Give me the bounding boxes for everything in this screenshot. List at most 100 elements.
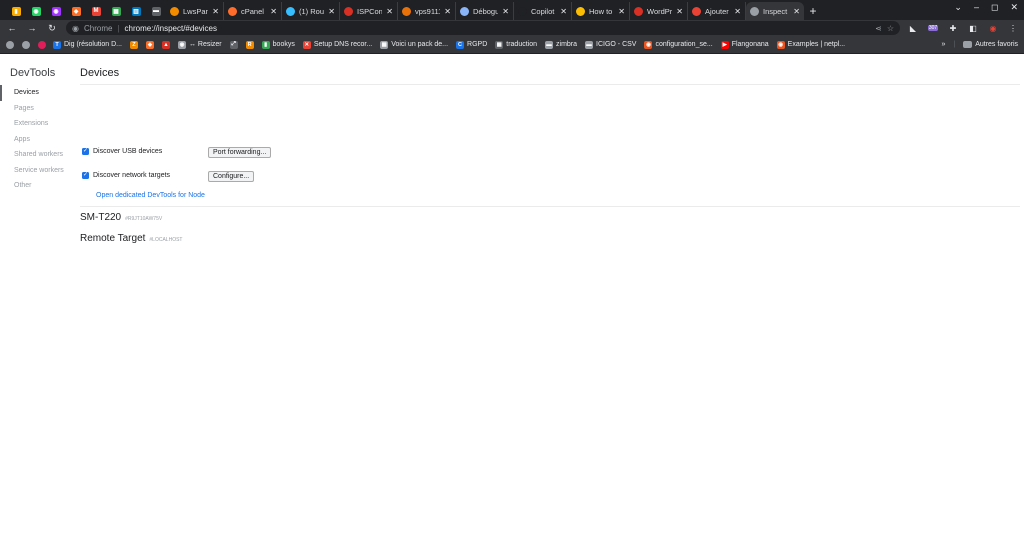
- close-window-icon[interactable]: ✕: [1010, 2, 1018, 13]
- tab-close-icon[interactable]: ✕: [386, 7, 393, 16]
- bookmark-icon-only[interactable]: [38, 40, 46, 49]
- usb-checkbox[interactable]: ✓: [82, 148, 89, 155]
- browser-tab[interactable]: LwsPanel ✕: [166, 2, 224, 20]
- bookmark-item[interactable]: ✕ Setup DNS recor...: [302, 40, 372, 49]
- tab-close-icon[interactable]: ✕: [618, 7, 625, 16]
- reload-icon[interactable]: ↻: [46, 23, 58, 34]
- browser-tab[interactable]: Copilot ✕: [514, 2, 572, 20]
- browser-tab[interactable]: (1) Roundc✕: [282, 2, 340, 20]
- browser-tab[interactable]: Inspect wit ✕: [746, 2, 804, 20]
- back-icon[interactable]: ←: [6, 23, 18, 33]
- device-serial: #R9JT10AW75V: [125, 216, 163, 222]
- devices-divider: [80, 206, 1020, 207]
- devtools-nav-shared-workers[interactable]: Shared workers: [0, 147, 72, 163]
- minimize-icon[interactable]: –: [974, 2, 979, 13]
- bookmarks-more-button[interactable]: »: [941, 41, 945, 48]
- tab-close-icon[interactable]: ✕: [793, 7, 800, 16]
- pinned-tabs: ▮ ◉ ◉ ◆ M ▦ ▥ ▬: [6, 2, 166, 20]
- bookmark-star-icon[interactable]: ☆: [887, 24, 894, 33]
- bookmark-item[interactable]: ▦ Voici un pack de...: [380, 40, 448, 49]
- bookmark-orange-icon: Z: [129, 40, 138, 49]
- browser-tab[interactable]: Ajouter un ✕: [688, 2, 746, 20]
- extension-badge-icon[interactable]: 307: [927, 23, 939, 33]
- pinned-tab[interactable]: ◆: [66, 2, 86, 20]
- menu-kebab-icon[interactable]: ⋮: [1008, 23, 1018, 33]
- tab-search-icon[interactable]: ⌄: [954, 2, 962, 13]
- bookmark-item[interactable]: ◉ ↔ Resizer: [177, 40, 222, 49]
- browser-tab[interactable]: Déboguer ✕: [456, 2, 514, 20]
- discover-usb-row[interactable]: ✓ Discover USB devices: [82, 148, 162, 155]
- extension-dark-icon[interactable]: ◣: [908, 23, 918, 33]
- bookmark-item[interactable]: ▶ Flangonana: [720, 40, 769, 49]
- pinned-tab[interactable]: ▦: [106, 2, 126, 20]
- extensions-puzzle-icon[interactable]: ✚: [948, 23, 958, 33]
- browser-tab[interactable]: WordPres✕: [630, 2, 688, 20]
- bookmark-item[interactable]: ⤢: [229, 40, 238, 49]
- bookmark-item[interactable]: ▬ ICIGO - CSV: [585, 40, 636, 49]
- browser-tab[interactable]: vps91114 ✕: [398, 2, 456, 20]
- tab-close-icon[interactable]: ✕: [270, 7, 277, 16]
- discover-network-row[interactable]: ✓ Discover network targets: [82, 172, 170, 179]
- node-devtools-link[interactable]: Open dedicated DevTools for Node: [96, 192, 205, 199]
- translate-icon: ▦: [495, 40, 504, 49]
- pinned-tab[interactable]: ◉: [46, 2, 66, 20]
- bookys-icon: ▮: [261, 40, 270, 49]
- devtools-nav-pages[interactable]: Pages: [0, 101, 72, 117]
- devtools-nav-extensions[interactable]: Extensions: [0, 116, 72, 132]
- bookmark-icon-only[interactable]: [22, 40, 30, 49]
- bookmark-item[interactable]: ◉ configuration_se...: [644, 40, 713, 49]
- tab-close-icon[interactable]: ✕: [676, 7, 683, 16]
- side-panel-icon[interactable]: ◧: [968, 23, 978, 33]
- device-name: SM-T220: [80, 212, 122, 223]
- network-checkbox[interactable]: ✓: [82, 172, 89, 179]
- bookmark-label: traduction: [506, 41, 538, 48]
- tab-close-icon[interactable]: ✕: [502, 7, 509, 16]
- tab-close-icon[interactable]: ✕: [444, 7, 451, 16]
- gmail-icon: M: [91, 6, 101, 16]
- bookmark-label: bookys: [272, 41, 295, 48]
- bookmark-item[interactable]: ▲: [161, 40, 170, 49]
- pinned-tab[interactable]: ▬: [146, 2, 166, 20]
- slack-icon: [38, 40, 46, 49]
- bookmark-icon-only[interactable]: [6, 40, 14, 49]
- other-bookmarks[interactable]: Autres favoris: [963, 41, 1018, 48]
- tab-close-icon[interactable]: ✕: [328, 7, 335, 16]
- bookmark-item[interactable]: R: [245, 40, 254, 49]
- port-forwarding-button[interactable]: Port forwarding...: [208, 147, 272, 158]
- ubuntu-icon: ◉: [644, 40, 653, 49]
- new-tab-button[interactable]: +: [804, 2, 822, 20]
- forward-icon[interactable]: →: [26, 23, 38, 33]
- pinned-tab[interactable]: ▮: [6, 2, 26, 20]
- dig-icon: T: [53, 40, 61, 49]
- browser-tab[interactable]: How to De ✕: [572, 2, 630, 20]
- bookmark-item[interactable]: ◉ Examples | netpl...: [776, 40, 845, 49]
- other-bookmarks-label: Autres favoris: [975, 41, 1018, 48]
- bookmark-item[interactable]: ◆: [145, 40, 154, 49]
- bookmark-item[interactable]: ▮ bookys: [261, 40, 295, 49]
- browser-tab[interactable]: cPanel - Co ✕: [224, 2, 282, 20]
- bookmark-item[interactable]: ▦ traduction: [495, 40, 538, 49]
- address-bar[interactable]: ◉ Chrome | chrome://inspect/#devices ⋖ ☆: [66, 21, 900, 35]
- pinned-tab[interactable]: ◉: [26, 2, 46, 20]
- remote-target-serial: #LOCALHOST: [149, 237, 183, 243]
- chrome-icon: [576, 6, 585, 16]
- devtools-nav-devices[interactable]: Devices: [0, 85, 72, 101]
- devtools-nav-service-workers[interactable]: Service workers: [0, 163, 72, 179]
- tab-close-icon[interactable]: ✕: [212, 7, 219, 16]
- bookmark-item[interactable]: C RGPD: [456, 40, 487, 49]
- tab-close-icon[interactable]: ✕: [734, 7, 741, 16]
- pinned-tab[interactable]: M: [86, 2, 106, 20]
- browser-toolbar: ← → ↻ ◉ Chrome | chrome://inspect/#devic…: [0, 20, 1024, 36]
- configure-button[interactable]: Configure...: [208, 171, 255, 182]
- pinned-tab[interactable]: ▥: [126, 2, 146, 20]
- browser-tab[interactable]: ISPConfig✕: [340, 2, 398, 20]
- devtools-nav-other[interactable]: Other: [0, 178, 72, 194]
- share-icon[interactable]: ⋖: [875, 24, 882, 33]
- maximize-icon[interactable]: ◻: [991, 2, 998, 13]
- tab-close-icon[interactable]: ✕: [560, 7, 567, 16]
- bookmark-item[interactable]: ▬ zimbra: [545, 40, 577, 49]
- bookmark-item[interactable]: T Dig (résolution D...: [53, 40, 122, 49]
- bookmark-item[interactable]: Z: [129, 40, 138, 49]
- devtools-nav-apps[interactable]: Apps: [0, 132, 72, 148]
- profile-avatar-icon[interactable]: ◉: [988, 23, 998, 33]
